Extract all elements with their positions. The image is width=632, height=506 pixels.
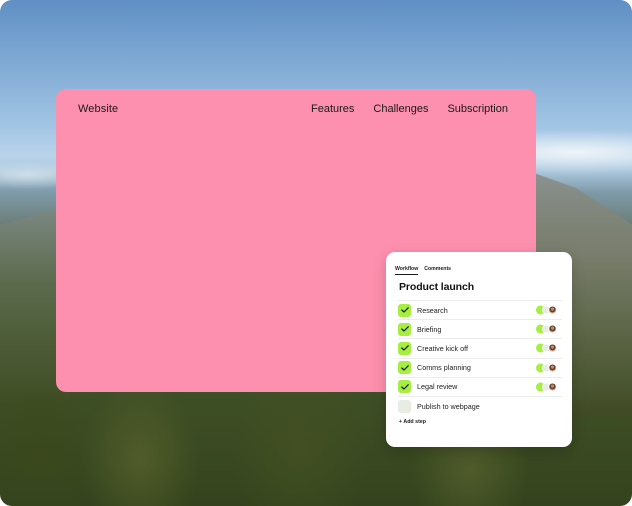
workflow-step[interactable]: Briefing xyxy=(398,319,562,338)
workflow-step[interactable]: Research xyxy=(398,300,562,319)
avatar-icon xyxy=(548,324,557,334)
add-step-button[interactable]: + Add step xyxy=(399,419,426,425)
workflow-step[interactable]: Publish to webpage xyxy=(398,395,562,415)
workflow-tabs: Workflow Comments xyxy=(395,266,451,275)
workflow-card: Workflow Comments Product launch Researc… xyxy=(386,252,572,447)
avatar-icon xyxy=(548,363,557,373)
tab-comments[interactable]: Comments xyxy=(424,266,451,275)
website-brand[interactable]: Website xyxy=(78,103,118,115)
check-icon[interactable] xyxy=(398,322,411,336)
workflow-title: Product launch xyxy=(399,281,475,293)
workflow-step[interactable]: Legal review xyxy=(398,376,562,396)
step-label: Research xyxy=(417,305,448,315)
avatar-icon xyxy=(548,382,557,392)
workflow-step[interactable]: Comms planning xyxy=(398,357,562,377)
assignee-avatars xyxy=(536,363,558,373)
assignee-avatars xyxy=(536,324,558,334)
assignee-avatars xyxy=(536,305,558,315)
tab-workflow[interactable]: Workflow xyxy=(395,266,419,275)
check-icon[interactable] xyxy=(398,341,411,355)
check-icon[interactable] xyxy=(398,361,411,375)
step-label: Comms planning xyxy=(417,363,471,373)
avatar-icon xyxy=(548,343,557,353)
check-icon[interactable] xyxy=(398,380,411,394)
nav-item-features[interactable]: Features xyxy=(311,103,354,115)
step-label: Publish to webpage xyxy=(417,401,480,411)
check-icon[interactable] xyxy=(398,303,411,317)
assignee-avatars xyxy=(536,382,558,392)
nav-item-challenges[interactable]: Challenges xyxy=(373,103,428,115)
nav-item-subscription[interactable]: Subscription xyxy=(447,103,508,115)
website-nav: Features Challenges Subscription xyxy=(311,103,508,115)
step-label: Legal review xyxy=(417,382,458,392)
workflow-step[interactable]: Creative kick off xyxy=(398,338,562,357)
step-label: Briefing xyxy=(417,324,442,334)
workflow-steps: Research Briefing Creative kick off Comm… xyxy=(398,300,562,415)
avatar-icon xyxy=(548,305,557,315)
step-label: Creative kick off xyxy=(417,343,468,353)
checkbox-empty-icon[interactable] xyxy=(398,399,411,413)
assignee-avatars xyxy=(536,343,558,353)
